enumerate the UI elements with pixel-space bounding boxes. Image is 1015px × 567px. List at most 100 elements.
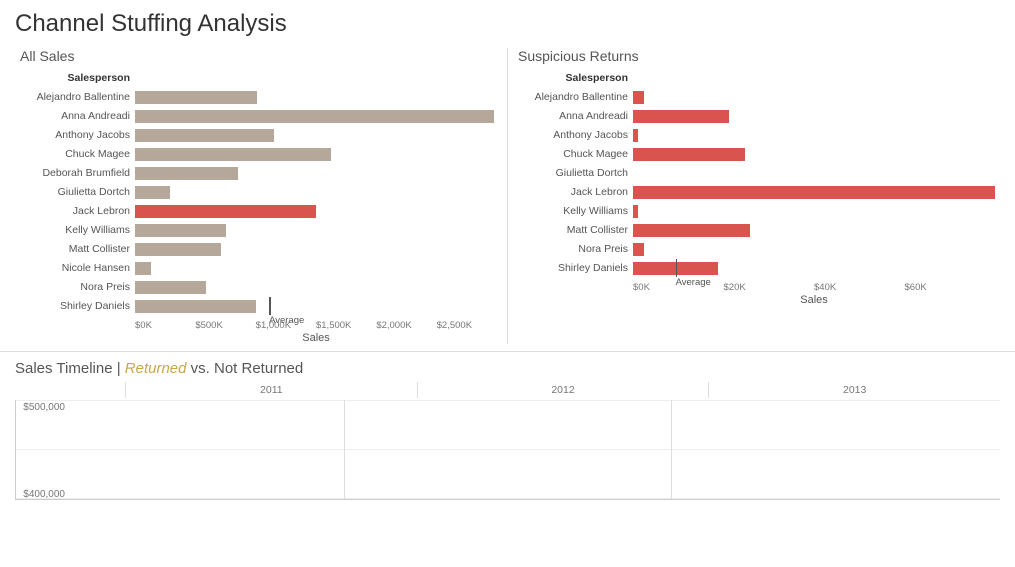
bar-fill (633, 205, 638, 218)
bar-label: Kelly Williams (20, 224, 135, 236)
bar-label: Anna Andreadi (518, 110, 633, 122)
x-tick: $0K (135, 320, 195, 331)
bar-label: Shirley Daniels (518, 262, 633, 274)
bar-label: Giulietta Dortch (20, 186, 135, 198)
bar-fill (135, 110, 494, 123)
bar-fill (633, 91, 644, 104)
table-row: Anthony Jacobs (518, 126, 995, 144)
bar-fill (135, 205, 316, 218)
bar-fill (633, 129, 638, 142)
bar-area (633, 166, 995, 180)
all-sales-header-row: Salesperson (20, 69, 497, 87)
average-line (676, 259, 678, 277)
page-title: Channel Stuffing Analysis (0, 0, 1015, 43)
suspicious-returns-chart: Salesperson Alejandro Ballentine Anna And… (518, 69, 995, 278)
table-row: Shirley DanielsAverage (20, 297, 497, 315)
all-sales-axis-label: Sales (135, 332, 497, 344)
bar-area (633, 185, 995, 199)
bar-label: Matt Collister (518, 224, 633, 236)
table-row: Kelly Williams (518, 202, 995, 220)
bar-label: Deborah Brumfield (20, 167, 135, 179)
bar-area (633, 204, 995, 218)
bar-label: Anthony Jacobs (518, 129, 633, 141)
table-row: Kelly Williams (20, 221, 497, 239)
timeline-title-suffix: vs. Not Returned (187, 360, 304, 377)
table-row: Nora Preis (518, 240, 995, 258)
timeline-year-label: 2013 (708, 382, 1000, 398)
table-row: Giulietta Dortch (20, 183, 497, 201)
bar-label: Chuck Magee (518, 148, 633, 160)
timeline-title-prefix: Sales Timeline | (15, 360, 125, 377)
x-tick: $20K (724, 282, 815, 293)
timeline-body: $500,000$400,000 (15, 400, 1000, 500)
timeline-title: Sales Timeline | Returned vs. Not Return… (15, 360, 1000, 377)
bar-area (135, 90, 497, 104)
x-tick: $60K (905, 282, 996, 293)
suspicious-returns-col-header: Salesperson (518, 72, 633, 84)
bar-label: Alejandro Ballentine (518, 91, 633, 103)
suspicious-returns-header-row: Salesperson (518, 69, 995, 87)
table-row: Alejandro Ballentine (20, 88, 497, 106)
bar-area (633, 109, 995, 123)
grid-line-2 (16, 449, 1000, 450)
bar-fill (135, 224, 226, 237)
bar-label: Nora Preis (518, 243, 633, 255)
all-sales-x-axis: $0K$500K$1,000K$1,500K$2,000K$2,500K (135, 320, 497, 331)
x-tick: $500K (195, 320, 255, 331)
timeline-returned-label: Returned (125, 360, 187, 377)
timeline-year-labels: 201120122013 (70, 382, 1000, 398)
suspicious-returns-header-area (633, 71, 995, 85)
suspicious-returns-x-axis: $0K$20K$40K$60K (633, 282, 995, 293)
bar-fill (135, 281, 206, 294)
bar-label: Chuck Magee (20, 148, 135, 160)
bar-area (135, 280, 497, 294)
bar-fill (135, 243, 221, 256)
bar-label: Nora Preis (20, 281, 135, 293)
bar-label: Shirley Daniels (20, 300, 135, 312)
table-row: Jack Lebron (518, 183, 995, 201)
all-sales-chart: Salesperson Alejandro BallentineAnna And… (20, 69, 497, 316)
bar-label: Giulietta Dortch (518, 167, 633, 179)
bottom-section: Sales Timeline | Returned vs. Not Return… (0, 351, 1015, 500)
bar-fill (633, 224, 750, 237)
table-row: Alejandro Ballentine (518, 88, 995, 106)
year-sep-1 (344, 400, 345, 499)
bar-area (135, 166, 497, 180)
bar-label: Kelly Williams (518, 205, 633, 217)
grid-line-1 (16, 400, 1000, 401)
timeline-chart-wrapper: 201120122013 $500,000$400,000 (15, 382, 1000, 500)
grid-line-3 (16, 498, 1000, 499)
bar-fill (135, 300, 256, 313)
bar-fill (135, 148, 331, 161)
table-row: Nora Preis (20, 278, 497, 296)
timeline-year-label: 2011 (125, 382, 417, 398)
bar-area (135, 242, 497, 256)
bar-area (633, 242, 995, 256)
timeline-area: 201120122013 $500,000$400,000 (15, 382, 1000, 500)
table-row: Matt Collister (20, 240, 497, 258)
bar-area (135, 109, 497, 123)
table-row: Chuck Magee (20, 145, 497, 163)
table-row: Anna Andreadi (518, 107, 995, 125)
bar-fill (135, 129, 274, 142)
bar-fill (633, 110, 729, 123)
suspicious-returns-axis-label: Sales (633, 294, 995, 306)
bar-label: Alejandro Ballentine (20, 91, 135, 103)
bar-area (633, 128, 995, 142)
bar-fill (135, 91, 257, 104)
bar-area (135, 261, 497, 275)
bar-area (633, 223, 995, 237)
table-row: Matt Collister (518, 221, 995, 239)
x-tick: $1,500K (316, 320, 376, 331)
bar-area: Average (135, 299, 497, 313)
bar-fill (135, 262, 151, 275)
all-sales-section: All Sales Salesperson Alejandro Ballenti… (10, 43, 507, 349)
suspicious-returns-section: Suspicious Returns Salesperson Alejandro… (508, 43, 1005, 349)
x-tick: $40K (814, 282, 905, 293)
x-tick: $2,500K (437, 320, 497, 331)
bar-label: Anthony Jacobs (20, 129, 135, 141)
table-row: Jack Lebron (20, 202, 497, 220)
x-tick: $1,000K (256, 320, 316, 331)
average-line (269, 297, 271, 315)
table-row: Shirley DanielsAverage (518, 259, 995, 277)
